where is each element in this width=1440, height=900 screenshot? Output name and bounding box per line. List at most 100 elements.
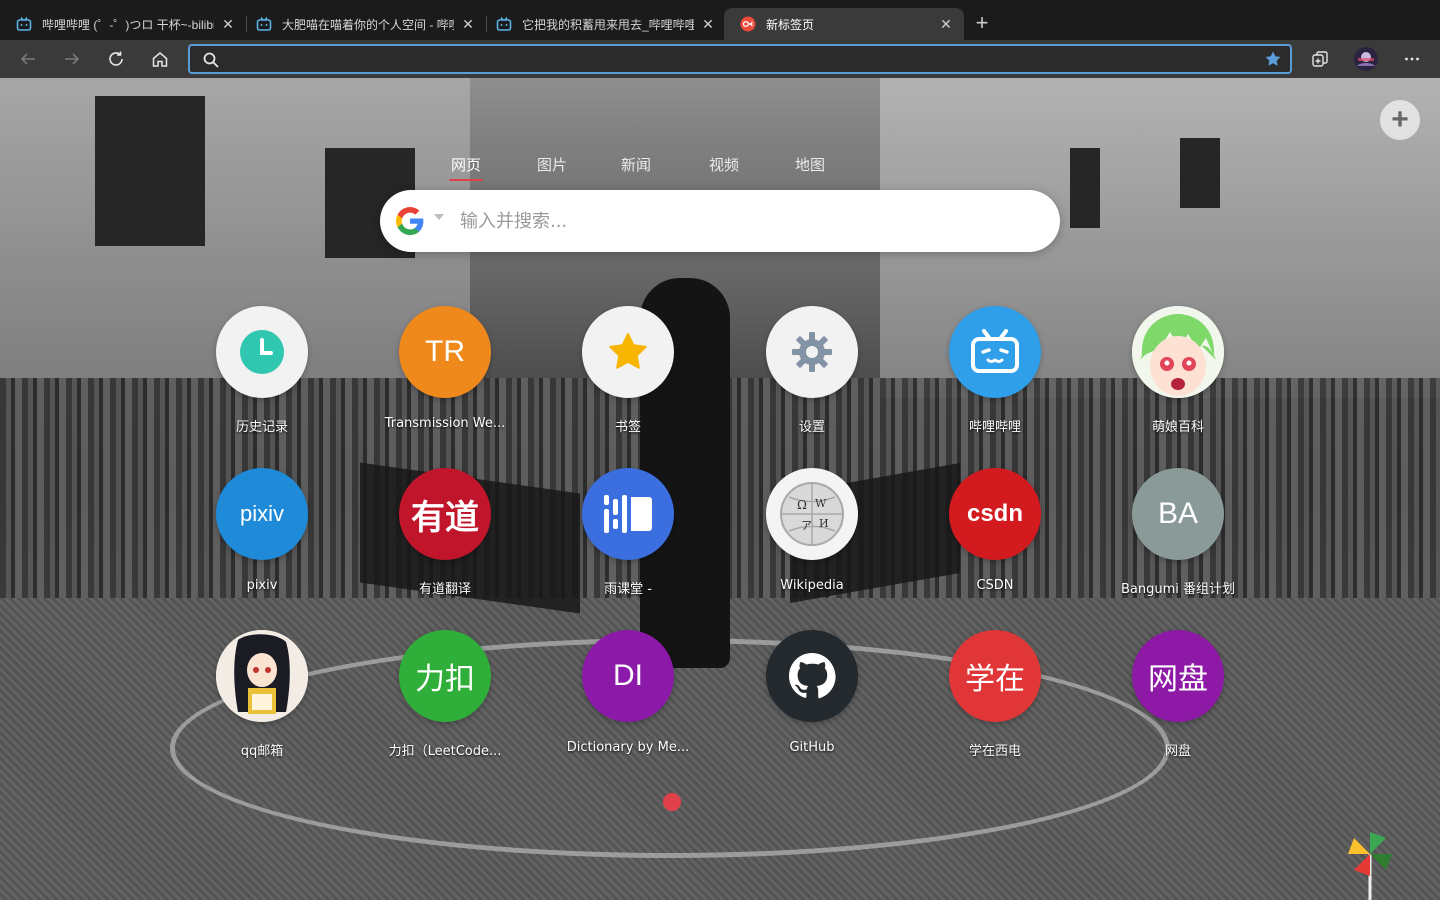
bilibili-icon <box>496 17 512 31</box>
shortcut-yuketang[interactable]: 雨课堂 - <box>548 468 708 608</box>
xidian-text-icon: 学在 <box>949 630 1041 722</box>
tab-title: 新标签页 <box>766 17 815 32</box>
shortcut-qqmail[interactable]: qq邮箱 <box>182 630 342 770</box>
leetcode-text-icon: 力扣 <box>399 630 491 722</box>
shortcut-youdao[interactable]: 有道 有道翻译 <box>365 468 525 608</box>
shortcut-label: Transmission We... <box>384 416 506 431</box>
back-button[interactable] <box>16 47 40 71</box>
shortcut-csdn[interactable]: csdn CSDN <box>915 468 1075 608</box>
shortcut-bangumi[interactable]: BA Bangumi 番组计划 <box>1098 468 1258 608</box>
wikipedia-globe-icon: ΩWアИ <box>766 468 858 560</box>
collections-button[interactable] <box>1308 47 1332 71</box>
bilibili-icon <box>16 17 32 31</box>
new-tab-button[interactable]: + <box>970 12 994 36</box>
shortcut-label: 力扣（LeetCode... <box>388 744 502 759</box>
profile-avatar[interactable] <box>1352 47 1380 71</box>
refresh-icon <box>109 51 123 66</box>
pixiv-text-icon: pixiv <box>216 468 308 560</box>
netdisk-text-icon: 网盘 <box>1132 630 1224 722</box>
anime-avatar-icon <box>216 630 308 722</box>
arrow-right-icon <box>65 53 80 65</box>
shortcut-wikipedia[interactable]: ΩWアИ Wikipedia <box>732 468 892 608</box>
search-tab-images[interactable]: 图片 <box>537 154 567 175</box>
yuketang-icon <box>582 468 674 560</box>
forward-button[interactable] <box>60 47 84 71</box>
shortcut-label: CSDN <box>976 578 1014 593</box>
add-shortcut-button[interactable]: + <box>1380 100 1420 140</box>
gear-icon <box>766 306 858 398</box>
tab-new-tab[interactable]: 新标签页 ✕ <box>724 8 964 40</box>
search-box[interactable] <box>380 190 1060 252</box>
shortcut-settings[interactable]: 设置 <box>732 306 892 446</box>
moegirl-avatar-icon <box>1132 306 1224 398</box>
svg-text:W: W <box>815 497 827 510</box>
close-icon[interactable]: ✕ <box>938 16 954 32</box>
tab-title: 大肥喵在喵着你的个人空间 - 哔哩哔哩 <box>282 17 454 32</box>
tab-bilibili-video[interactable]: 它把我的积蓄甩来甩去_哔哩哔哩 ✕ <box>480 8 726 40</box>
shortcut-pixiv[interactable]: pixiv pixiv <box>182 468 342 608</box>
favorite-star-icon[interactable] <box>1264 50 1282 68</box>
svg-text:Ω: Ω <box>797 498 807 512</box>
shortcut-label: GitHub <box>789 740 835 755</box>
tab-title: 哔哩哔哩 (゜-゜)つロ 干杯~-bilibili <box>42 17 214 32</box>
chevron-down-icon[interactable] <box>434 214 444 220</box>
shortcut-bilibili[interactable]: 哔哩哔哩 <box>915 306 1075 446</box>
shortcut-label: 萌娘百科 <box>1151 420 1204 435</box>
shortcut-label: 历史记录 <box>235 420 288 435</box>
svg-text:ア: ア <box>801 519 812 532</box>
shortcut-label: Wikipedia <box>780 578 844 593</box>
letter-badge-icon: DI <box>582 630 674 722</box>
shortcut-transmission[interactable]: TR Transmission We... <box>365 306 525 446</box>
shortcut-xidian[interactable]: 学在 学在西电 <box>915 630 1075 770</box>
avatar-icon <box>1354 47 1378 71</box>
close-icon[interactable]: ✕ <box>460 16 476 32</box>
pinwheel-icon[interactable] <box>1348 832 1392 900</box>
search-input[interactable] <box>460 206 1020 236</box>
shortcut-label: 雨课堂 - <box>604 582 652 597</box>
search-tab-news[interactable]: 新闻 <box>621 154 651 175</box>
shortcut-label: qq邮箱 <box>240 744 284 759</box>
address-bar[interactable] <box>188 44 1292 74</box>
letter-badge-icon: BA <box>1132 468 1224 560</box>
shortcut-label: 有道翻译 <box>418 582 471 597</box>
page-indicator-dot[interactable] <box>663 793 681 811</box>
shortcut-leetcode[interactable]: 力扣 力扣（LeetCode... <box>365 630 525 770</box>
tab-bilibili-home[interactable]: 哔哩哔哩 (゜-゜)つロ 干杯~-bilibili ✕ <box>0 8 246 40</box>
arrow-left-icon <box>20 53 35 65</box>
close-icon[interactable]: ✕ <box>220 16 236 32</box>
shortcut-dictionary[interactable]: DI Dictionary by Me... <box>548 630 708 770</box>
shortcut-label: 设置 <box>798 420 825 435</box>
address-input[interactable] <box>230 48 1250 70</box>
shortcut-label: Bangumi 番组计划 <box>1120 582 1236 597</box>
star-icon <box>582 306 674 398</box>
more-menu-button[interactable] <box>1400 47 1424 71</box>
shortcut-label: Dictionary by Me... <box>566 740 690 755</box>
github-icon <box>766 630 858 722</box>
google-g-icon[interactable] <box>394 205 426 237</box>
shortcut-bookmarks[interactable]: 书签 <box>548 306 708 446</box>
svg-text:И: И <box>819 517 829 530</box>
shortcut-moegirl[interactable]: 萌娘百科 <box>1098 306 1258 446</box>
search-tab-web[interactable]: 网页 <box>448 154 484 181</box>
collections-icon <box>1312 51 1328 67</box>
shortcut-netdisk[interactable]: 网盘 网盘 <box>1098 630 1258 770</box>
search-tab-video[interactable]: 视频 <box>709 154 739 175</box>
refresh-button[interactable] <box>104 47 128 71</box>
home-button[interactable] <box>148 47 172 71</box>
search-icon <box>203 52 219 68</box>
youdao-text-icon: 有道 <box>399 468 491 560</box>
bilibili-icon <box>256 17 272 31</box>
shortcut-github[interactable]: GitHub <box>732 630 892 770</box>
tab-strip: 哔哩哔哩 (゜-゜)つロ 干杯~-bilibili ✕ 大肥喵在喵着你的个人空间… <box>0 0 1440 40</box>
shortcut-history[interactable]: 历史记录 <box>182 306 342 446</box>
tab-title: 它把我的积蓄甩来甩去_哔哩哔哩 <box>522 17 694 32</box>
tab-bilibili-space[interactable]: 大肥喵在喵着你的个人空间 - 哔哩哔哩 ✕ <box>240 8 486 40</box>
close-icon[interactable]: ✕ <box>700 16 716 32</box>
shortcut-label: 网盘 <box>1164 744 1191 759</box>
search-tab-map[interactable]: 地图 <box>795 154 825 175</box>
shortcut-label: 哔哩哔哩 <box>968 420 1021 435</box>
infinity-icon <box>740 16 756 32</box>
shortcut-label: 书签 <box>614 420 641 435</box>
new-tab-page: + 网页 图片 新闻 视频 地图 历史记录 TR Transmission We… <box>0 78 1440 900</box>
home-icon <box>152 52 168 67</box>
